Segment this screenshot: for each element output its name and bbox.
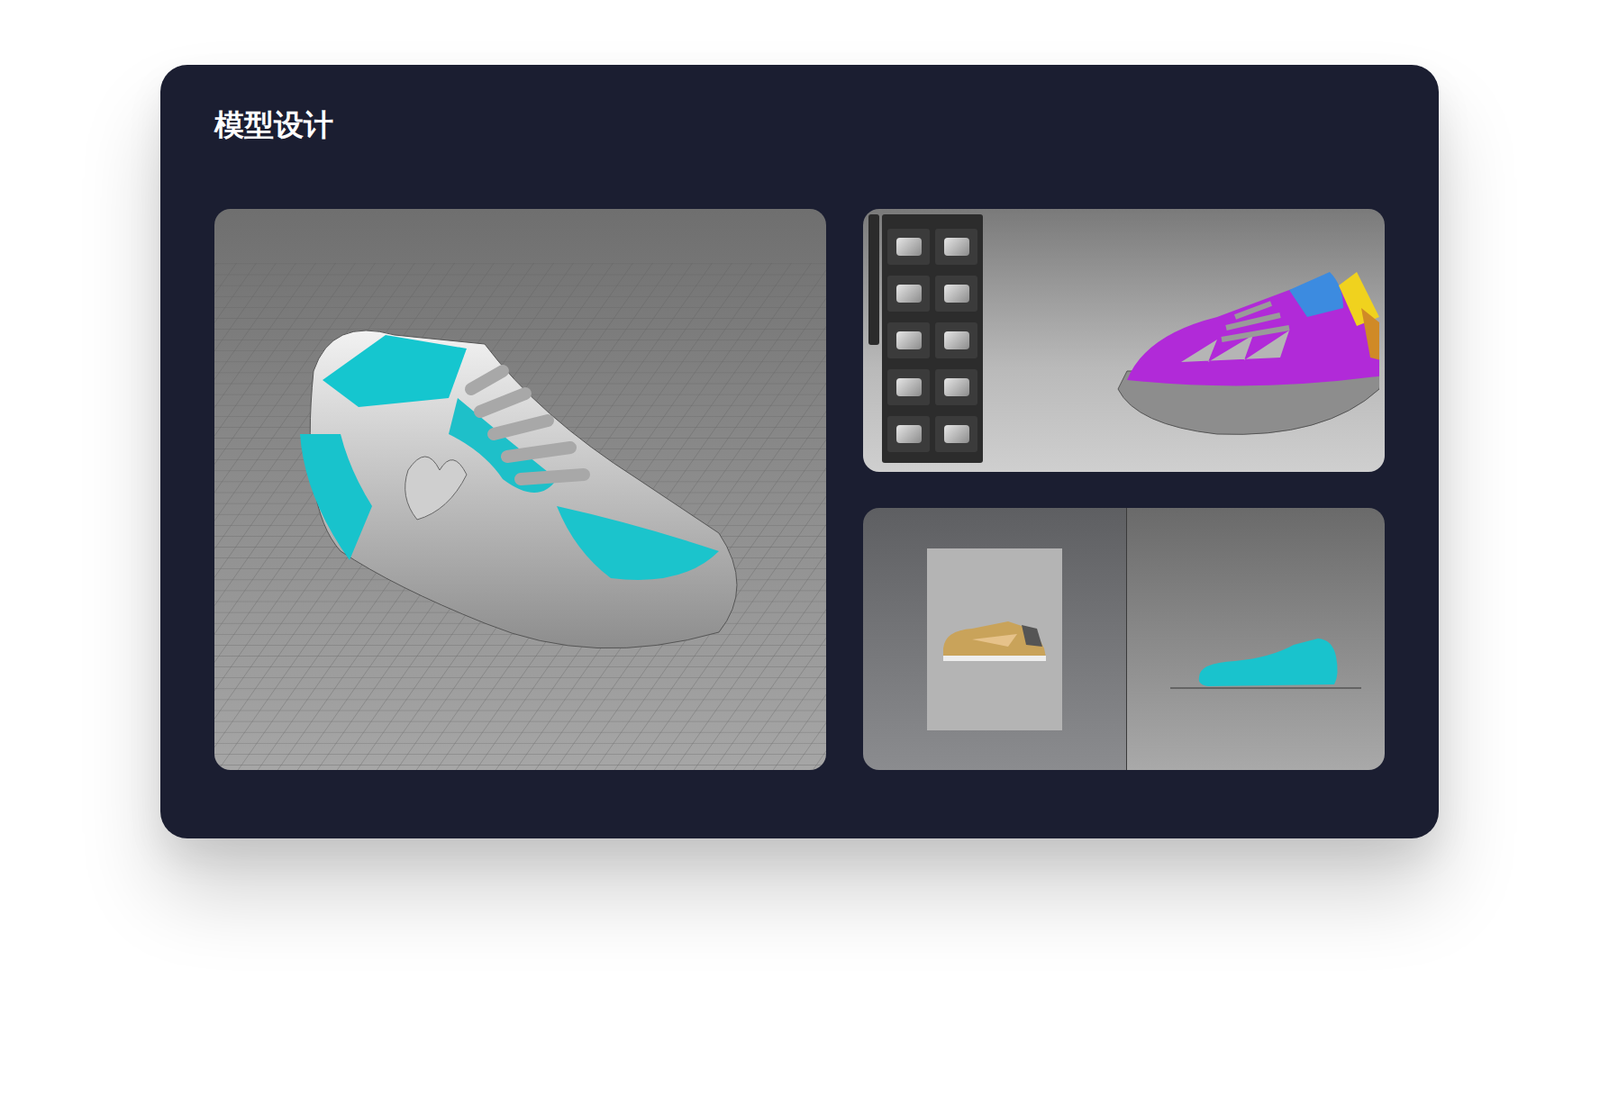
sneaker-icon — [982, 209, 1380, 473]
tool-button — [887, 322, 930, 359]
reference-shoe-icon — [936, 612, 1054, 667]
tool-button — [935, 322, 978, 359]
tool-button — [887, 416, 930, 453]
craft-toolbar — [863, 209, 983, 473]
tool-button — [887, 228, 930, 265]
shoe-model-icon — [214, 209, 827, 771]
reference-and-last — [863, 508, 1385, 771]
main-shoe-render — [214, 209, 827, 771]
tool-button — [935, 228, 978, 265]
colored-shoe-render — [863, 209, 1385, 473]
tool-button — [935, 275, 978, 312]
tool-button — [935, 369, 978, 406]
reference-image — [927, 548, 1063, 731]
tool-button — [935, 416, 978, 453]
shoe-last-icon — [1127, 508, 1385, 771]
tool-button — [887, 369, 930, 406]
tool-button — [887, 275, 930, 312]
section-title: 模型设计 — [214, 104, 1385, 146]
model-design-card: 模型设计 — [160, 64, 1439, 839]
